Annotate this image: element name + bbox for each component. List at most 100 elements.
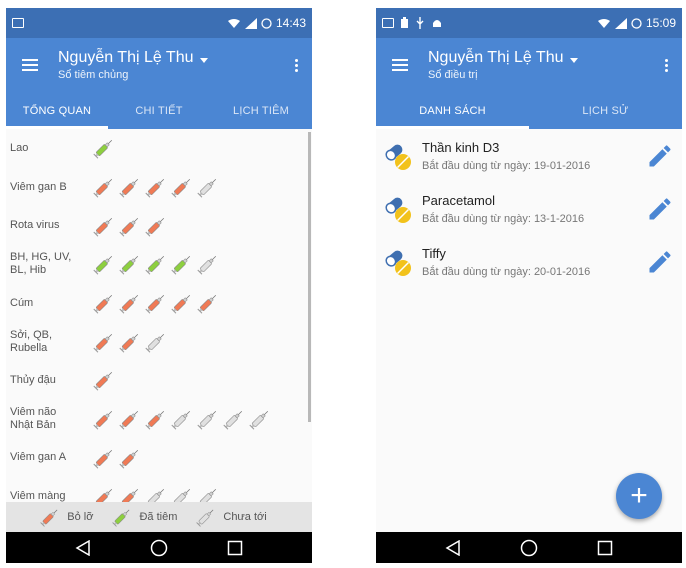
legend-bar: Bỏ lỡ Đã tiêm Chưa tới	[6, 502, 312, 532]
title-selector[interactable]: Nguyễn Thị Lệ Thu Sổ điều trị	[428, 49, 661, 81]
capsule-pill-icon	[385, 144, 411, 170]
syringe-done-icon	[92, 252, 116, 276]
syringe-upcoming-icon	[248, 407, 272, 431]
vaccine-row[interactable]: Viêm gan B	[6, 168, 312, 207]
more-vert-icon[interactable]	[291, 55, 302, 76]
scrollbar[interactable]	[308, 132, 311, 422]
vaccine-name: Viêm não Nhật Bản	[10, 406, 57, 432]
dose-list	[92, 446, 142, 470]
tab-detail[interactable]: CHI TIẾT	[108, 92, 210, 129]
medicine-item[interactable]: Thần kinh D3 Bắt đầu dùng từ ngày: 19-01-…	[376, 129, 682, 182]
dropdown-caret-icon	[569, 57, 578, 63]
syringe-upcoming-icon	[144, 485, 168, 502]
medicine-name: Tiffy	[422, 245, 446, 261]
home-icon[interactable]	[150, 539, 168, 557]
syringe-missed-icon	[170, 175, 194, 199]
syringe-missed-icon	[92, 407, 116, 431]
syringe-missed-icon	[118, 446, 142, 470]
syringe-missed-icon	[170, 291, 194, 315]
syringe-missed-icon	[92, 368, 116, 392]
tab-schedule[interactable]: LỊCH TIÊM	[210, 92, 312, 129]
syringe-missed-icon	[196, 291, 220, 315]
android-debug-icon	[433, 20, 441, 27]
vaccine-row[interactable]: Viêm màng	[6, 477, 312, 502]
hamburger-menu-icon[interactable]	[392, 59, 408, 71]
page-subtitle: Sổ điều trị	[428, 69, 478, 81]
status-bar: 15:09	[376, 8, 682, 38]
vaccine-name: Lao	[10, 141, 29, 154]
vaccine-name: Rota virus	[10, 219, 60, 232]
dose-list	[92, 175, 220, 199]
phone-treatment: 15:09 Nguyễn Thị Lệ Thu Sổ điều trị DANH…	[376, 8, 682, 563]
signal-icon	[244, 17, 257, 29]
syringe-missed-icon	[144, 175, 168, 199]
syringe-missed-icon	[118, 175, 142, 199]
tab-overview[interactable]: TỔNG QUAN	[6, 92, 108, 129]
more-vert-icon[interactable]	[661, 55, 672, 76]
vaccine-row[interactable]: Sởi, QB, Rubella	[6, 322, 312, 361]
syringe-missed-icon	[144, 407, 168, 431]
medicine-start-date: Bắt đầu dùng từ ngày: 20-01-2016	[422, 265, 591, 278]
syringe-upcoming-icon	[196, 252, 220, 276]
legend-done: Đã tiêm	[139, 511, 178, 523]
medicine-item[interactable]: Tiffy Bắt đầu dùng từ ngày: 20-01-2016	[376, 235, 682, 288]
app-bar: Nguyễn Thị Lệ Thu Sổ điều trị	[376, 38, 682, 92]
title-selector[interactable]: Nguyễn Thị Lệ Thu Sổ tiêm chủng	[58, 49, 291, 81]
signal-icon	[614, 17, 627, 29]
home-icon[interactable]	[520, 539, 538, 557]
syringe-missed-icon	[92, 175, 116, 199]
vaccine-row[interactable]: Rota virus	[6, 206, 312, 245]
vaccine-row[interactable]: Viêm não Nhật Bản	[6, 400, 312, 439]
medicine-start-date: Bắt đầu dùng từ ngày: 13-1-2016	[422, 212, 585, 225]
syringe-missed-icon	[92, 330, 116, 354]
syringe-missed-icon	[92, 214, 116, 238]
medicine-item[interactable]: Paracetamol Bắt đầu dùng từ ngày: 13-1-20…	[376, 182, 682, 235]
add-medicine-button[interactable]: +	[616, 473, 662, 519]
capsule-pill-icon	[385, 197, 411, 223]
back-icon[interactable]	[75, 539, 91, 556]
dose-list	[92, 252, 220, 276]
user-name: Nguyễn Thị Lệ Thu	[428, 49, 564, 66]
recent-apps-icon[interactable]	[597, 540, 613, 556]
vaccine-row[interactable]: BH, HG, UV, BL, Hib	[6, 245, 312, 284]
pencil-edit-icon[interactable]	[646, 195, 674, 223]
page-subtitle: Sổ tiêm chủng	[58, 69, 129, 81]
tab-bar: TỔNG QUAN CHI TIẾT LỊCH TIÊM	[6, 92, 312, 129]
syringe-missed-icon	[118, 485, 142, 502]
pencil-edit-icon[interactable]	[646, 142, 674, 170]
vaccine-row[interactable]: Lao	[6, 129, 312, 168]
nav-bar	[6, 532, 312, 563]
syringe-upcoming-icon	[196, 485, 220, 502]
syringe-upcoming-icon	[222, 407, 246, 431]
vaccine-name: Cúm	[10, 296, 34, 309]
tab-list[interactable]: DANH SÁCH	[376, 92, 529, 129]
tab-history[interactable]: LỊCH SỬ	[529, 92, 682, 129]
syringe-done-icon	[111, 506, 133, 528]
vaccine-name: Viêm gan B	[10, 180, 67, 193]
vaccine-row[interactable]: Cúm	[6, 284, 312, 323]
syringe-done-icon	[92, 136, 116, 160]
recent-apps-icon[interactable]	[227, 540, 243, 556]
dose-list	[92, 330, 168, 354]
legend-missed: Bỏ lỡ	[67, 511, 94, 523]
dose-list	[92, 136, 116, 160]
alarm-icon	[631, 17, 642, 29]
syringe-upcoming-icon	[196, 407, 220, 431]
syringe-done-icon	[144, 252, 168, 276]
syringe-missed-icon	[92, 485, 116, 502]
vaccine-row[interactable]: Viêm gan A	[6, 439, 312, 478]
status-bar: 14:43	[6, 8, 312, 38]
app-bar: Nguyễn Thị Lệ Thu Sổ tiêm chủng	[6, 38, 312, 92]
vaccine-row[interactable]: Thủy đậu	[6, 361, 312, 400]
dose-list	[92, 214, 168, 238]
syringe-missed-icon	[144, 214, 168, 238]
syringe-missed-icon	[92, 291, 116, 315]
hamburger-menu-icon[interactable]	[22, 59, 38, 71]
wifi-icon	[597, 18, 610, 28]
syringe-missed-icon	[39, 506, 61, 528]
pencil-edit-icon[interactable]	[646, 248, 674, 276]
dropdown-caret-icon	[199, 57, 208, 63]
back-icon[interactable]	[445, 539, 461, 556]
syringe-missed-icon	[144, 291, 168, 315]
syringe-upcoming-icon	[144, 330, 168, 354]
